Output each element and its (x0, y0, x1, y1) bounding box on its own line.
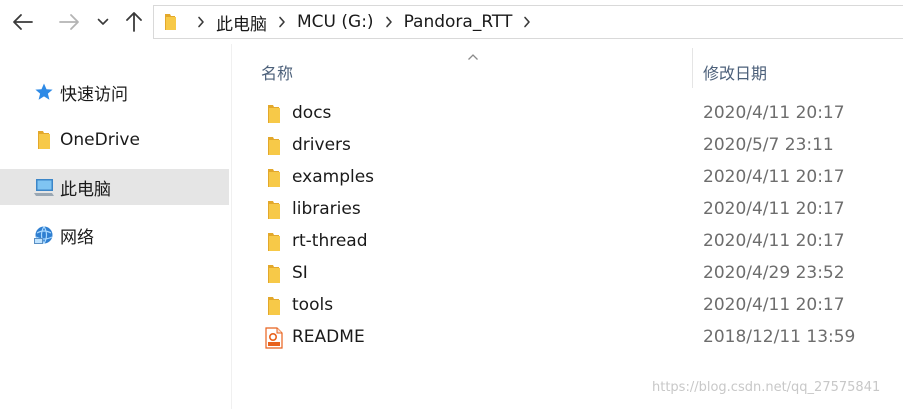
chevron-right-icon[interactable] (273, 16, 291, 28)
pdf-file-icon (264, 327, 284, 349)
folder-icon (264, 263, 284, 285)
breadcrumb-this-pc[interactable]: 此电脑 (214, 10, 269, 35)
file-name: examples (292, 167, 375, 187)
address-toolbar: 此电脑 MCU (G:) Pandora_RTT (0, 0, 903, 44)
folder-icon (264, 103, 284, 125)
arrow-right-icon (59, 14, 79, 30)
column-divider[interactable] (692, 48, 693, 88)
folder-icon (264, 135, 284, 157)
network-icon (33, 224, 55, 246)
chevron-right-icon[interactable] (518, 16, 536, 28)
file-date: 2020/4/11 20:17 (703, 167, 845, 187)
arrow-left-icon (13, 14, 33, 30)
star-icon (33, 81, 55, 103)
nav-label: 此电脑 (60, 179, 111, 200)
computer-icon (33, 176, 55, 198)
file-name: docs (292, 103, 332, 123)
file-name: README (292, 327, 365, 347)
folder-icon (264, 231, 284, 253)
nav-label: 网络 (60, 227, 94, 248)
forward-button[interactable] (54, 8, 84, 36)
nav-label: OneDrive (60, 130, 140, 150)
file-name: rt-thread (292, 231, 368, 251)
table-row[interactable]: docs 2020/4/11 20:17 (252, 98, 892, 130)
file-date: 2020/4/29 23:52 (703, 263, 845, 283)
recent-locations-button[interactable] (92, 8, 114, 36)
file-name: libraries (292, 199, 361, 219)
folder-icon (264, 199, 284, 221)
chevron-down-icon (97, 18, 109, 25)
nav-item-network[interactable]: 网络 (0, 217, 229, 253)
folder-icon (162, 13, 178, 31)
nav-label: 快速访问 (60, 84, 128, 105)
file-date: 2020/4/11 20:17 (703, 231, 845, 251)
file-date: 2020/4/11 20:17 (703, 199, 845, 219)
file-name: tools (292, 295, 334, 315)
table-row[interactable]: README 2018/12/11 13:59 (252, 322, 892, 354)
arrow-up-icon (126, 12, 142, 32)
file-date: 2018/12/11 13:59 (703, 327, 856, 347)
table-row[interactable]: examples 2020/4/11 20:17 (252, 162, 892, 194)
folder-icon (33, 129, 55, 151)
chevron-right-icon[interactable] (192, 16, 210, 28)
breadcrumb-folder[interactable]: Pandora_RTT (402, 12, 515, 32)
folder-icon (264, 295, 284, 317)
file-date: 2020/4/11 20:17 (703, 295, 845, 315)
chevron-right-icon[interactable] (380, 16, 398, 28)
table-row[interactable]: libraries 2020/4/11 20:17 (252, 194, 892, 226)
file-date: 2020/5/7 23:11 (703, 135, 834, 155)
table-row[interactable]: drivers 2020/5/7 23:11 (252, 130, 892, 162)
nav-item-onedrive[interactable]: OneDrive (0, 122, 229, 158)
file-name: SI (292, 263, 308, 283)
table-row[interactable]: tools 2020/4/11 20:17 (252, 290, 892, 322)
up-button[interactable] (120, 8, 148, 36)
nav-item-this-pc[interactable]: 此电脑 (0, 169, 229, 205)
watermark: https://blog.csdn.net/qq_27575841 (652, 380, 881, 395)
navigation-pane: 快速访问 OneDrive 此电脑 网络 (0, 44, 232, 409)
file-date: 2020/4/11 20:17 (703, 103, 845, 123)
breadcrumb-drive[interactable]: MCU (G:) (295, 12, 376, 32)
column-header-date[interactable]: 修改日期 (703, 60, 767, 84)
nav-item-quick-access[interactable]: 快速访问 (0, 74, 229, 110)
file-name: drivers (292, 135, 351, 155)
sort-ascending-icon (467, 46, 479, 60)
column-header-name[interactable]: 名称 (261, 60, 293, 84)
file-list: 名称 修改日期 docs 2020/4/11 20:17 drivers 202… (232, 44, 903, 409)
table-row[interactable]: SI 2020/4/29 23:52 (252, 258, 892, 290)
back-button[interactable] (8, 8, 38, 36)
folder-icon (264, 167, 284, 189)
table-row[interactable]: rt-thread 2020/4/11 20:17 (252, 226, 892, 258)
address-bar[interactable]: 此电脑 MCU (G:) Pandora_RTT (153, 5, 903, 39)
